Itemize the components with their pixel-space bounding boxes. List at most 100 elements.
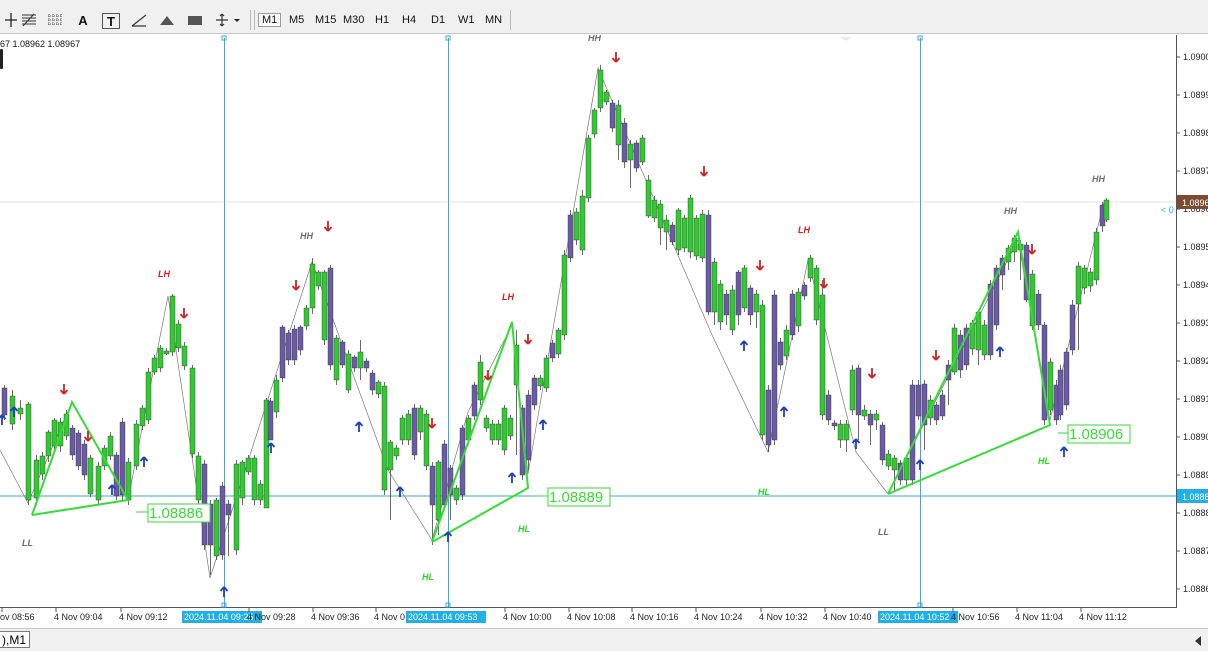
candle-body: [273, 379, 280, 413]
chart-toolbar: A T M1 M5 M15 M30 H1 H4 D1 W1 MN: [0, 6, 1208, 34]
trendline-icon[interactable]: [130, 11, 148, 29]
swing-label: LL: [878, 527, 889, 537]
tf-h1-button[interactable]: H1: [372, 11, 392, 29]
candle-body: [321, 271, 328, 341]
arrows-menu-icon[interactable]: [214, 11, 242, 29]
crosshair-icon[interactable]: [4, 11, 18, 29]
candle-body: [285, 332, 292, 361]
rectangle-icon[interactable]: [186, 11, 204, 29]
current-price-marker: < 0: [1161, 205, 1174, 215]
candle-body: [873, 413, 880, 421]
candle-body: [169, 295, 176, 353]
price-label: 1.0897: [1183, 166, 1208, 176]
candle-body: [735, 271, 742, 316]
grid-icon[interactable]: [46, 11, 64, 29]
chart-scroll-handle[interactable]: [0, 49, 3, 69]
toolbar-separator: [254, 10, 255, 30]
candle-body: [567, 214, 574, 259]
candle-body: [1093, 231, 1100, 281]
triangle-icon[interactable]: [158, 11, 176, 29]
price-label: 1.0891: [1183, 394, 1208, 404]
time-label: 4 Nov 10:56: [951, 612, 1000, 622]
candle-body: [417, 407, 424, 433]
candle-body: [831, 422, 838, 427]
swing-label: HL: [1038, 456, 1050, 466]
candle-body: [537, 377, 544, 387]
toolbar-separator: [510, 10, 511, 30]
value-box-text: 1.08906: [1069, 426, 1123, 443]
price-axis-labels: 1.0900 1.0899 1.0898 1.0897 1.0896 1.0895 1.08…: [1176, 52, 1208, 594]
candle-body: [357, 351, 364, 369]
candle-body: [939, 394, 946, 417]
candle-body: [25, 403, 32, 501]
candle-body: [477, 361, 484, 401]
candle-body: [531, 377, 538, 406]
candle-body: [45, 431, 52, 457]
candle-body: [75, 432, 82, 467]
time-label: 4 Nov 10:32: [759, 612, 808, 622]
tf-m15-button[interactable]: M15: [312, 11, 339, 29]
candle-body: [525, 394, 532, 461]
candle-body: [181, 345, 188, 367]
candle-body: [133, 423, 140, 467]
candle-body: [291, 328, 298, 361]
swing-label: LH: [798, 225, 810, 235]
swing-label: HH: [300, 231, 313, 241]
tf-mn-button[interactable]: MN: [482, 11, 505, 29]
candle-body: [843, 423, 850, 441]
value-box-text: 1.08889: [549, 489, 603, 506]
price-label: 1.0894: [1183, 280, 1208, 290]
candle-body: [225, 503, 232, 516]
tf-h4-button[interactable]: H4: [399, 11, 419, 29]
candle-body: [795, 291, 802, 327]
candle-body: [279, 326, 286, 379]
time-label: 4 Nov 10:24: [694, 612, 743, 622]
candle-body: [495, 423, 502, 441]
candle-body: [693, 217, 700, 257]
tf-w1-button[interactable]: W1: [455, 11, 478, 29]
time-label: ov 08:56: [0, 612, 35, 622]
candle-body: [297, 326, 304, 351]
candle-body: [813, 267, 820, 321]
candle-body: [759, 304, 766, 436]
swing-label: LH: [158, 269, 170, 279]
text-tool-icon[interactable]: A: [76, 11, 90, 29]
price-label: 1.0893: [1183, 318, 1208, 328]
price-label: 1.0900: [1183, 52, 1208, 62]
candle-body: [1, 387, 8, 416]
candle-body: [783, 329, 790, 357]
candle-body: [855, 367, 862, 416]
price-label: 1.0899: [1183, 90, 1208, 100]
candle-body: [351, 356, 358, 369]
tf-d1-button[interactable]: D1: [428, 11, 448, 29]
price-label: 1.0887: [1183, 546, 1208, 556]
candle-body: [609, 102, 616, 129]
candle-body: [157, 347, 164, 369]
tf-m5-button[interactable]: M5: [286, 11, 307, 29]
candle-body: [423, 413, 430, 467]
candle-body: [251, 457, 258, 501]
candle-body: [549, 342, 556, 359]
candle-body: [309, 263, 316, 309]
candle-body: [381, 385, 388, 491]
tf-m1-button[interactable]: M1: [258, 11, 282, 29]
candle-body: [765, 389, 772, 446]
candle-body: [741, 267, 748, 309]
price-label: 1.0888: [1183, 508, 1208, 518]
current-price-tag-text: 1.0896: [1182, 198, 1208, 208]
price-chart[interactable]: 2024.11.04 09:25 2024.11.04 09:53 2024.11.…: [0, 35, 1208, 625]
symbol-tab[interactable]: ),M1: [0, 631, 30, 648]
candle-body: [87, 457, 94, 495]
tf-m30-button[interactable]: M30: [340, 11, 367, 29]
candle-body: [747, 287, 754, 316]
text-label-icon[interactable]: T: [102, 13, 120, 29]
candle-body: [573, 211, 580, 241]
candle-body: [471, 384, 478, 417]
candle-body: [663, 219, 670, 233]
candle-body: [807, 257, 814, 279]
candle-body: [39, 455, 46, 475]
tab-scroll-left-icon[interactable]: [1194, 633, 1202, 651]
fibonacci-icon[interactable]: [20, 11, 38, 29]
candle-body: [175, 323, 182, 349]
time-label: 4 Nov 10:40: [823, 612, 872, 622]
